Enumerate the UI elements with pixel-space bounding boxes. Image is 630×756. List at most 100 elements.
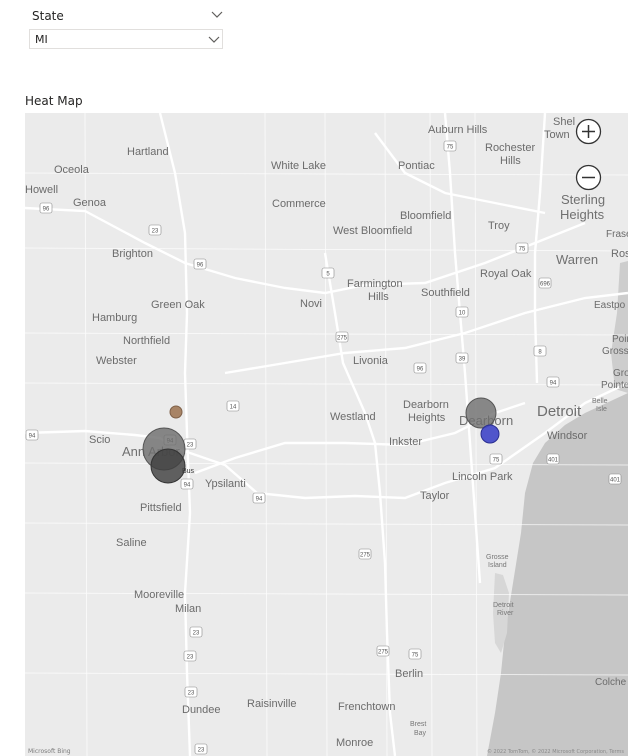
city-label: River: [497, 610, 514, 617]
city-label: Isle: [596, 406, 607, 413]
city-label: Howell: [25, 184, 58, 196]
city-label: Green Oak: [151, 299, 205, 311]
highway-shield: 96: [197, 263, 204, 269]
city-label: Dundee: [182, 704, 221, 716]
map-visual-title: Heat Map: [25, 94, 83, 108]
city-label: Rochester: [485, 142, 535, 154]
city-label: Frenchtown: [338, 701, 395, 713]
city-label: Detroit: [537, 403, 582, 420]
highway-shield: 23: [198, 748, 205, 754]
city-label: Hamburg: [92, 312, 137, 324]
bubble-ann-arbor-north[interactable]: [169, 405, 183, 419]
highway-shield: 75: [519, 247, 526, 253]
highway-shield: 94: [184, 483, 191, 489]
city-label: Dearborn: [403, 399, 449, 411]
city-label: Ypsilanti: [205, 478, 246, 490]
state-dropdown[interactable]: MI: [29, 29, 223, 49]
bubble-dearborn[interactable]: [465, 397, 497, 429]
map-attribution: Microsoft Bing: [28, 748, 71, 755]
city-label: Warren: [556, 252, 598, 267]
highway-shield: 275: [360, 553, 371, 559]
city-label: Detroit: [493, 602, 514, 609]
city-label: Auburn Hills: [428, 124, 488, 136]
highway-shield: 94: [256, 497, 263, 503]
city-label: Heights: [408, 412, 446, 424]
bubble-dearborn-blue[interactable]: [480, 424, 500, 444]
city-label: Brighton: [112, 248, 153, 260]
state-selected-value: MI: [35, 33, 48, 46]
heat-map[interactable]: Auburn Hills Shel Town Hartland Rocheste…: [25, 113, 628, 756]
highway-shield: 75: [447, 145, 454, 151]
city-label: Belle: [592, 398, 608, 405]
zoom-in-button[interactable]: [575, 118, 602, 145]
state-slicer-title: State: [32, 9, 64, 23]
city-label: Raisinville: [247, 698, 297, 710]
city-label: Livonia: [353, 355, 389, 367]
city-label: Lincoln Park: [452, 471, 513, 483]
city-label: Hills: [368, 291, 389, 303]
city-label: Commerce: [272, 198, 326, 210]
city-label: Westland: [330, 411, 376, 423]
city-label: Shel: [553, 116, 575, 128]
highway-shield: 275: [378, 650, 389, 656]
highway-shield: 14: [230, 405, 237, 411]
city-label: Oceola: [54, 164, 90, 176]
highway-shield: 96: [417, 367, 424, 373]
city-label: Troy: [488, 220, 510, 232]
city-label: White Lake: [271, 160, 326, 172]
city-label: West Bloomfield: [333, 225, 412, 237]
city-label: Sterling: [561, 192, 605, 207]
city-label: Northfield: [123, 335, 170, 347]
city-label: Frase: [606, 229, 628, 240]
city-label: Eastpo: [594, 300, 626, 311]
highway-shield: 23: [188, 691, 195, 697]
city-label: Mooreville: [134, 589, 184, 601]
city-label: Scio: [89, 434, 110, 446]
bubble-ann-arbor-dark[interactable]: [150, 448, 186, 484]
highway-shield: 10: [459, 311, 466, 317]
highway-shield: 96: [43, 207, 50, 213]
highway-shield: 94: [550, 381, 557, 387]
city-label: Hills: [500, 155, 521, 167]
map-copyright[interactable]: © 2022 TomTom, © 2022 Microsoft Corporat…: [487, 749, 624, 755]
city-label: Farmington: [347, 278, 403, 290]
city-label: Brest: [410, 721, 426, 728]
highway-shield: 401: [610, 478, 621, 484]
state-slicer-header[interactable]: State: [29, 4, 223, 26]
city-label: Ros: [611, 248, 628, 260]
highway-shield: 75: [412, 653, 419, 659]
map-canvas[interactable]: Auburn Hills Shel Town Hartland Rocheste…: [25, 113, 628, 756]
city-label: Pointe: [601, 380, 628, 391]
city-label: Poin: [612, 334, 628, 345]
city-label: Windsor: [547, 430, 588, 442]
highway-shield: 275: [337, 336, 348, 342]
city-label: Genoa: [73, 197, 107, 209]
city-label: Gross: [602, 346, 628, 357]
city-label: Monroe: [336, 737, 373, 749]
highway-shield: 23: [193, 631, 200, 637]
city-label: Heights: [560, 207, 605, 222]
chevron-down-icon[interactable]: [208, 35, 220, 45]
city-label: Hartland: [127, 146, 169, 158]
city-label: Milan: [175, 603, 201, 615]
city-label: Taylor: [420, 490, 450, 502]
city-label: Novi: [300, 298, 322, 310]
highway-shield: 696: [540, 282, 551, 288]
city-label: Island: [488, 562, 507, 569]
highway-shield: 23: [152, 229, 159, 235]
highway-shield: 94: [29, 434, 36, 440]
city-label: Bloomfield: [400, 210, 451, 222]
city-label: Inkster: [389, 436, 422, 448]
highway-shield: 23: [187, 443, 194, 449]
zoom-out-button[interactable]: [575, 164, 602, 191]
city-label: Royal Oak: [480, 268, 532, 280]
highway-shield: 75: [493, 458, 500, 464]
city-label: Grosse: [486, 554, 509, 561]
city-label: Berlin: [395, 668, 423, 680]
city-label: Bay: [414, 730, 427, 737]
city-label: Colche: [595, 677, 627, 688]
highway-shield: 401: [548, 458, 559, 464]
chevron-down-icon[interactable]: [211, 10, 223, 20]
city-label: Saline: [116, 537, 147, 549]
city-label: Webster: [96, 355, 137, 367]
